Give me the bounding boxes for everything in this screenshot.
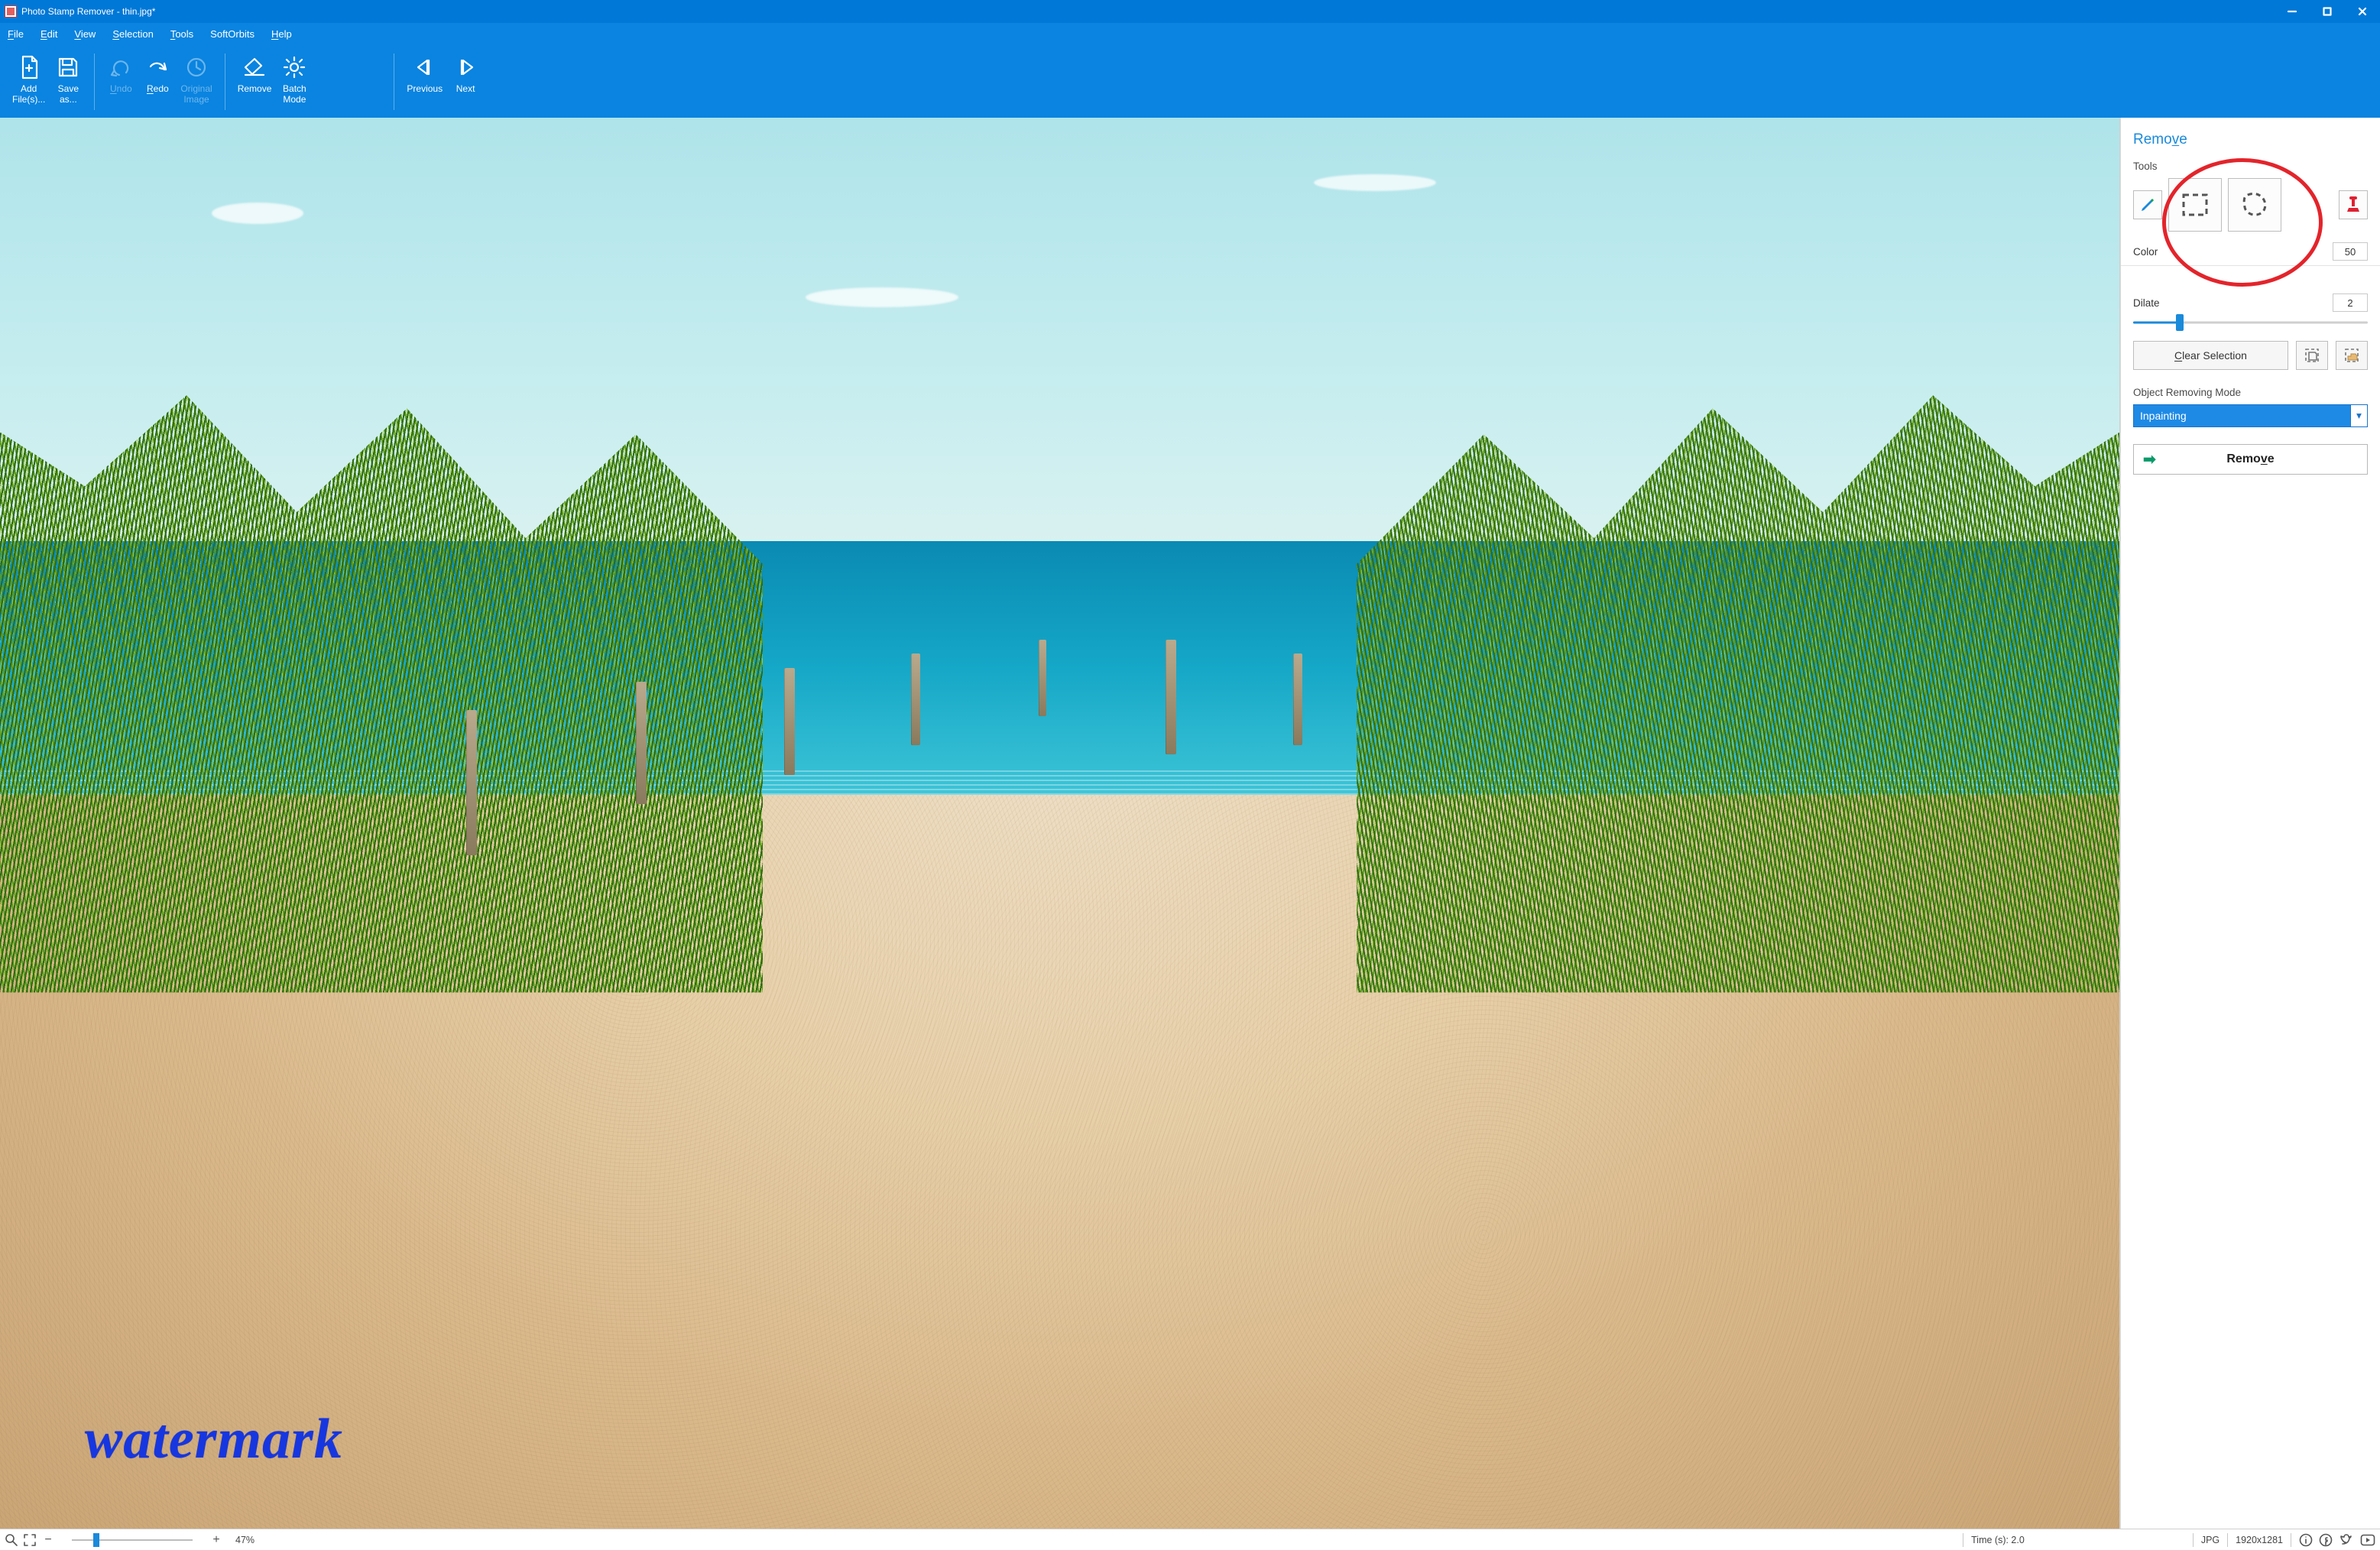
- original-image-label: Original Image: [180, 84, 212, 105]
- menu-softorbits[interactable]: SoftOrbits: [210, 28, 255, 40]
- redo-label: Redo: [147, 84, 169, 95]
- remove-button-label: Remove: [2226, 452, 2274, 466]
- zoom-out-button[interactable]: −: [41, 1533, 55, 1547]
- load-selection-button[interactable]: [2336, 341, 2368, 370]
- minimize-button[interactable]: [2275, 0, 2310, 23]
- save-selection-button[interactable]: [2296, 341, 2328, 370]
- app-icon: [5, 5, 17, 18]
- close-button[interactable]: [2345, 0, 2380, 23]
- remove-button[interactable]: ➡ Remove: [2133, 444, 2368, 475]
- redo-button[interactable]: Redo: [139, 49, 176, 115]
- twitter-icon[interactable]: [2339, 1533, 2354, 1547]
- save-as-label: Save as...: [58, 84, 79, 105]
- clear-selection-button[interactable]: Clear Selection: [2133, 341, 2288, 370]
- next-button[interactable]: Next: [447, 49, 484, 115]
- image-canvas[interactable]: watermark: [0, 118, 2120, 1529]
- facebook-icon[interactable]: [2319, 1533, 2333, 1547]
- batch-mode-button[interactable]: Batch Mode: [276, 49, 313, 115]
- tools-row: [2133, 178, 2368, 232]
- eraser-icon: [242, 52, 267, 83]
- menu-tools[interactable]: Tools: [170, 28, 193, 40]
- panel-heading: Remove: [2133, 131, 2368, 148]
- zoom-in-button[interactable]: +: [209, 1533, 223, 1547]
- undo-icon: [109, 52, 132, 83]
- beach-scene: watermark: [0, 118, 2119, 1529]
- tools-label: Tools: [2133, 161, 2368, 172]
- workspace: watermark Remove Tools Color: [0, 118, 2380, 1529]
- statusbar: − + 47% Time (s): 2.0 JPG 1920x1281: [0, 1529, 2380, 1550]
- floppy-icon: [57, 52, 79, 83]
- previous-button[interactable]: Previous: [402, 49, 447, 115]
- save-as-button[interactable]: Save as...: [50, 49, 86, 115]
- clone-stamp-tool[interactable]: [2339, 190, 2368, 219]
- history-icon: [185, 52, 208, 83]
- marker-tool[interactable]: [2133, 190, 2162, 219]
- previous-label: Previous: [407, 84, 443, 95]
- titlebar: Photo Stamp Remover - thin.jpg*: [0, 0, 2380, 23]
- batch-mode-label: Batch Mode: [283, 84, 306, 105]
- menu-view[interactable]: View: [74, 28, 96, 40]
- original-image-button: Original Image: [176, 49, 216, 115]
- window-title: Photo Stamp Remover - thin.jpg*: [21, 6, 155, 17]
- color-tolerance-input[interactable]: [2333, 242, 2368, 261]
- dilate-input[interactable]: [2333, 293, 2368, 312]
- chevron-down-icon: ▾: [2350, 405, 2367, 426]
- arrow-left-icon: [413, 52, 436, 83]
- undo-button: Undo: [102, 49, 139, 115]
- gear-icon: [283, 52, 306, 83]
- removing-mode-value: Inpainting: [2134, 405, 2350, 426]
- social-links: [2299, 1533, 2375, 1547]
- remove-tool-button[interactable]: Remove: [233, 49, 277, 115]
- maximize-button[interactable]: [2310, 0, 2345, 23]
- menu-file[interactable]: File: [8, 28, 24, 40]
- menubar: File Edit View Selection Tools SoftOrbit…: [0, 23, 2380, 44]
- status-format: JPG: [2201, 1535, 2219, 1545]
- info-icon[interactable]: [2299, 1533, 2313, 1547]
- freeform-select-tool[interactable]: [2228, 178, 2281, 232]
- color-label: Color: [2133, 246, 2158, 258]
- redo-icon: [146, 52, 169, 83]
- mode-label: Object Removing Mode: [2133, 387, 2368, 398]
- menu-edit[interactable]: Edit: [41, 28, 57, 40]
- add-files-label: Add File(s)...: [12, 84, 45, 105]
- dilate-label: Dilate: [2133, 297, 2160, 309]
- watermark-text: watermark: [85, 1407, 343, 1472]
- removing-mode-select[interactable]: Inpainting ▾: [2133, 404, 2368, 427]
- dilate-slider[interactable]: [2133, 315, 2368, 330]
- menu-selection[interactable]: Selection: [112, 28, 153, 40]
- zoom-percent: 47%: [235, 1535, 255, 1545]
- zoom-tool-icon[interactable]: [5, 1533, 18, 1547]
- next-label: Next: [456, 84, 475, 95]
- status-time: Time (s): 2.0: [1971, 1535, 2025, 1545]
- menu-help[interactable]: Help: [271, 28, 292, 40]
- right-panel: Remove Tools Color Di: [2120, 118, 2380, 1529]
- add-files-button[interactable]: Add File(s)...: [8, 49, 50, 115]
- undo-label: Undo: [110, 84, 132, 95]
- youtube-icon[interactable]: [2360, 1534, 2375, 1546]
- zoom-slider[interactable]: [60, 1533, 205, 1547]
- file-plus-icon: [18, 52, 41, 83]
- canvas-area: watermark: [0, 118, 2120, 1529]
- remove-tool-label: Remove: [238, 84, 272, 95]
- rectangle-select-tool[interactable]: [2168, 178, 2222, 232]
- fit-screen-icon[interactable]: [23, 1533, 37, 1547]
- arrow-right-icon: [454, 52, 477, 83]
- arrow-right-green-icon: ➡: [2143, 450, 2156, 469]
- toolbar: Add File(s)... Save as... Undo Redo: [0, 44, 2380, 118]
- status-dimensions: 1920x1281: [2236, 1535, 2283, 1545]
